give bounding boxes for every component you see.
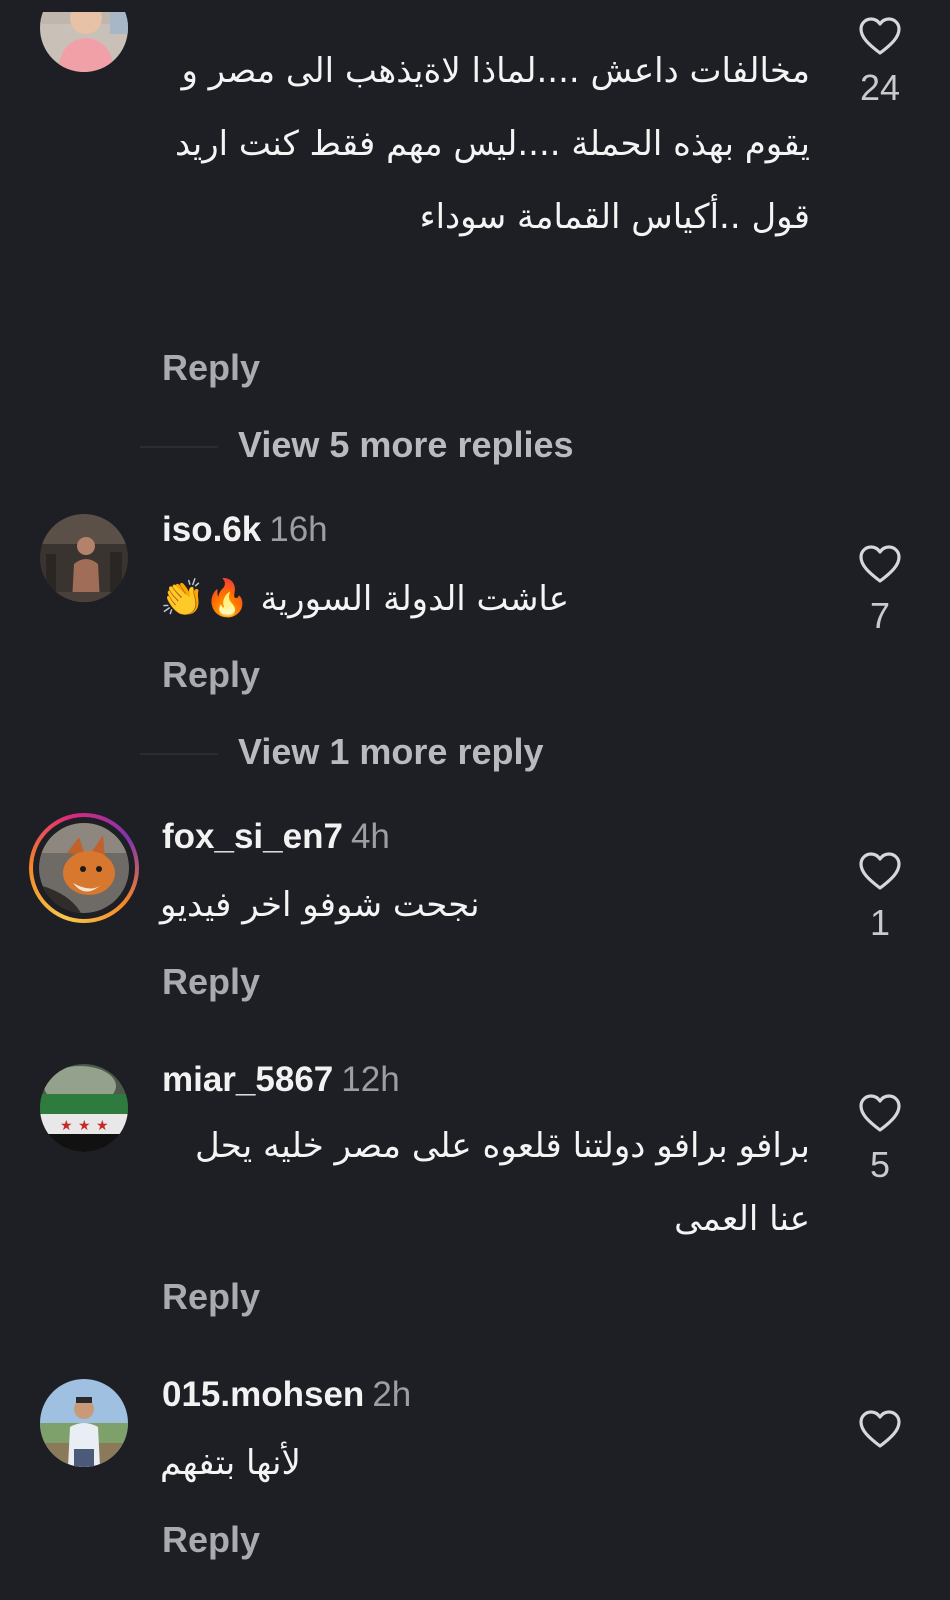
username[interactable]: fox_si_en7 — [162, 817, 343, 856]
like-count: 24 — [859, 67, 901, 108]
username[interactable]: miar_5867 — [162, 1060, 333, 1099]
comment-text: عاشت الدولة السورية 🔥👏 — [160, 562, 620, 636]
timestamp: 16h — [269, 510, 328, 549]
fox-avatar-icon — [39, 823, 129, 913]
comment-text: مخالفات داعش ....لماذا لاةيذهب الى مصر و… — [174, 51, 810, 237]
reply-button[interactable]: Reply — [162, 348, 260, 388]
view-more-replies-button[interactable]: View 5 more replies — [238, 425, 574, 465]
reply-button[interactable]: Reply — [162, 1277, 260, 1317]
comment-text: لأنها بتفهم — [160, 1443, 301, 1483]
reply-button[interactable]: Reply — [162, 962, 260, 1002]
emoji: 🔥👏 — [160, 578, 250, 619]
like-button[interactable] — [852, 1409, 908, 1461]
heart-icon — [859, 17, 901, 55]
man-outdoor-avatar-icon — [40, 1379, 128, 1467]
avatar — [39, 823, 129, 913]
divider — [140, 753, 218, 755]
heart-icon — [859, 1410, 901, 1448]
comment-text: نجحت شوفو اخر فيديو — [160, 885, 480, 925]
comment-text: برافو برافو دولتنا قلعوه على مصر خليه يح… — [195, 1126, 810, 1239]
story-ring[interactable] — [29, 813, 139, 923]
view-more-replies-button[interactable]: View 1 more reply — [238, 732, 544, 772]
svg-text:★: ★ — [78, 1118, 91, 1134]
comment-header: miar_5867 12h — [162, 1060, 400, 1100]
heart-icon — [859, 545, 901, 583]
svg-text:★: ★ — [96, 1118, 109, 1134]
avatar[interactable] — [40, 1379, 128, 1467]
like-count: 5 — [869, 1144, 891, 1185]
comment-text-body: عاشت الدولة السورية — [260, 579, 570, 619]
avatar[interactable]: ★ ★ ★ — [40, 1064, 128, 1152]
gym-person-avatar-icon — [40, 514, 128, 602]
reply-button[interactable]: Reply — [162, 655, 260, 695]
divider — [140, 446, 218, 448]
top-edge — [0, 0, 950, 12]
like-button[interactable]: 5 — [852, 1093, 908, 1185]
reply-button[interactable]: Reply — [162, 1520, 260, 1560]
timestamp: 12h — [341, 1060, 400, 1099]
like-button[interactable]: 24 — [852, 16, 908, 108]
avatar[interactable] — [40, 514, 128, 602]
like-count: 7 — [869, 595, 891, 636]
comment-header: iso.6k 16h — [162, 510, 328, 550]
like-button[interactable]: 7 — [852, 544, 908, 636]
username[interactable]: iso.6k — [162, 510, 261, 549]
comment-header: fox_si_en7 4h — [162, 817, 390, 857]
like-button[interactable]: 1 — [852, 851, 908, 943]
timestamp: 4h — [350, 817, 390, 856]
like-count: 1 — [869, 902, 891, 943]
syrian-flag-avatar-icon: ★ ★ ★ — [40, 1064, 128, 1152]
heart-icon — [859, 852, 901, 890]
timestamp: 2h — [372, 1375, 412, 1414]
username[interactable]: 015.mohsen — [162, 1375, 364, 1414]
heart-icon — [859, 1094, 901, 1132]
comment-header: 015.mohsen 2h — [162, 1375, 411, 1415]
svg-text:★: ★ — [60, 1118, 73, 1134]
